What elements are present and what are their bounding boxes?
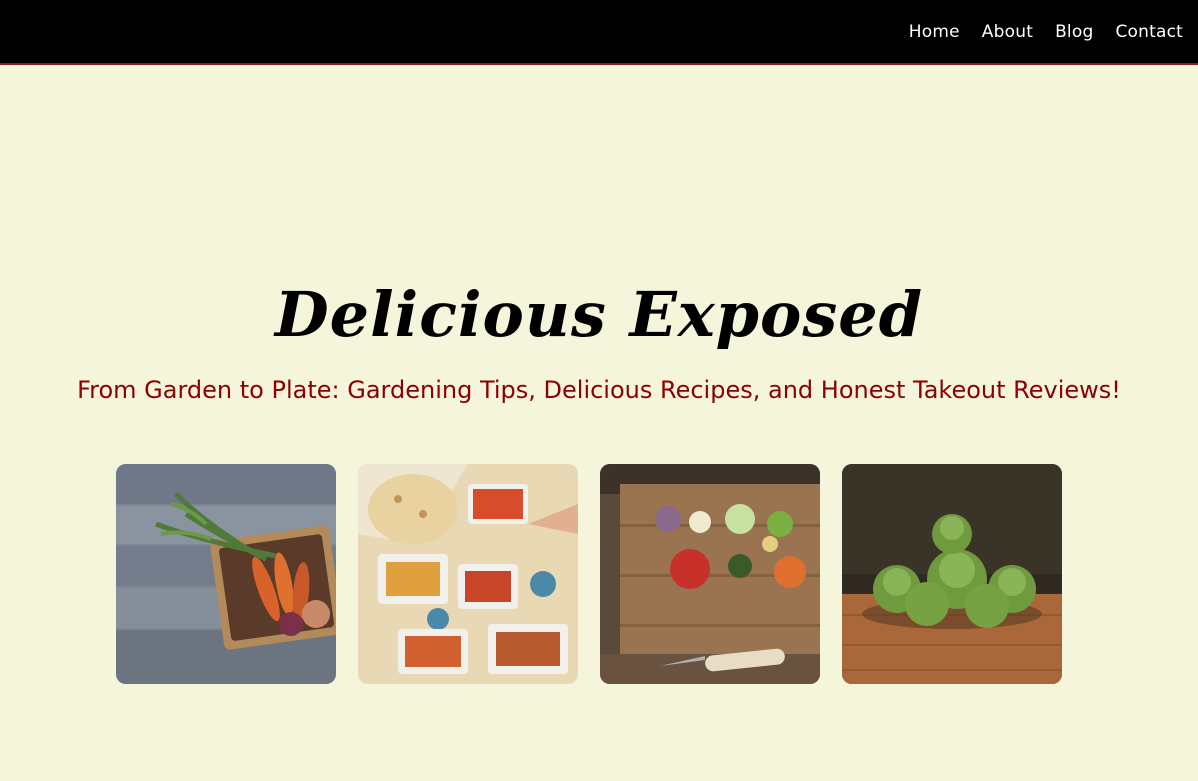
- nav-link-blog[interactable]: Blog: [1055, 22, 1093, 42]
- nav-link-contact[interactable]: Contact: [1115, 22, 1183, 42]
- gallery-image-brussels-sprouts[interactable]: [842, 464, 1062, 684]
- top-navbar: Home About Blog Contact: [0, 0, 1198, 65]
- site-tagline: From Garden to Plate: Gardening Tips, De…: [77, 376, 1121, 404]
- nav-links: Home About Blog Contact: [887, 0, 1183, 63]
- nav-link-home[interactable]: Home: [909, 22, 960, 42]
- gallery-image-vegetable-basket[interactable]: [116, 464, 336, 684]
- gallery-image-chopped-vegetables[interactable]: [600, 464, 820, 684]
- image-gallery: [116, 464, 1062, 684]
- site-title: Delicious Exposed: [274, 278, 924, 351]
- nav-link-about[interactable]: About: [982, 22, 1033, 42]
- gallery-image-takeout-spread[interactable]: [358, 464, 578, 684]
